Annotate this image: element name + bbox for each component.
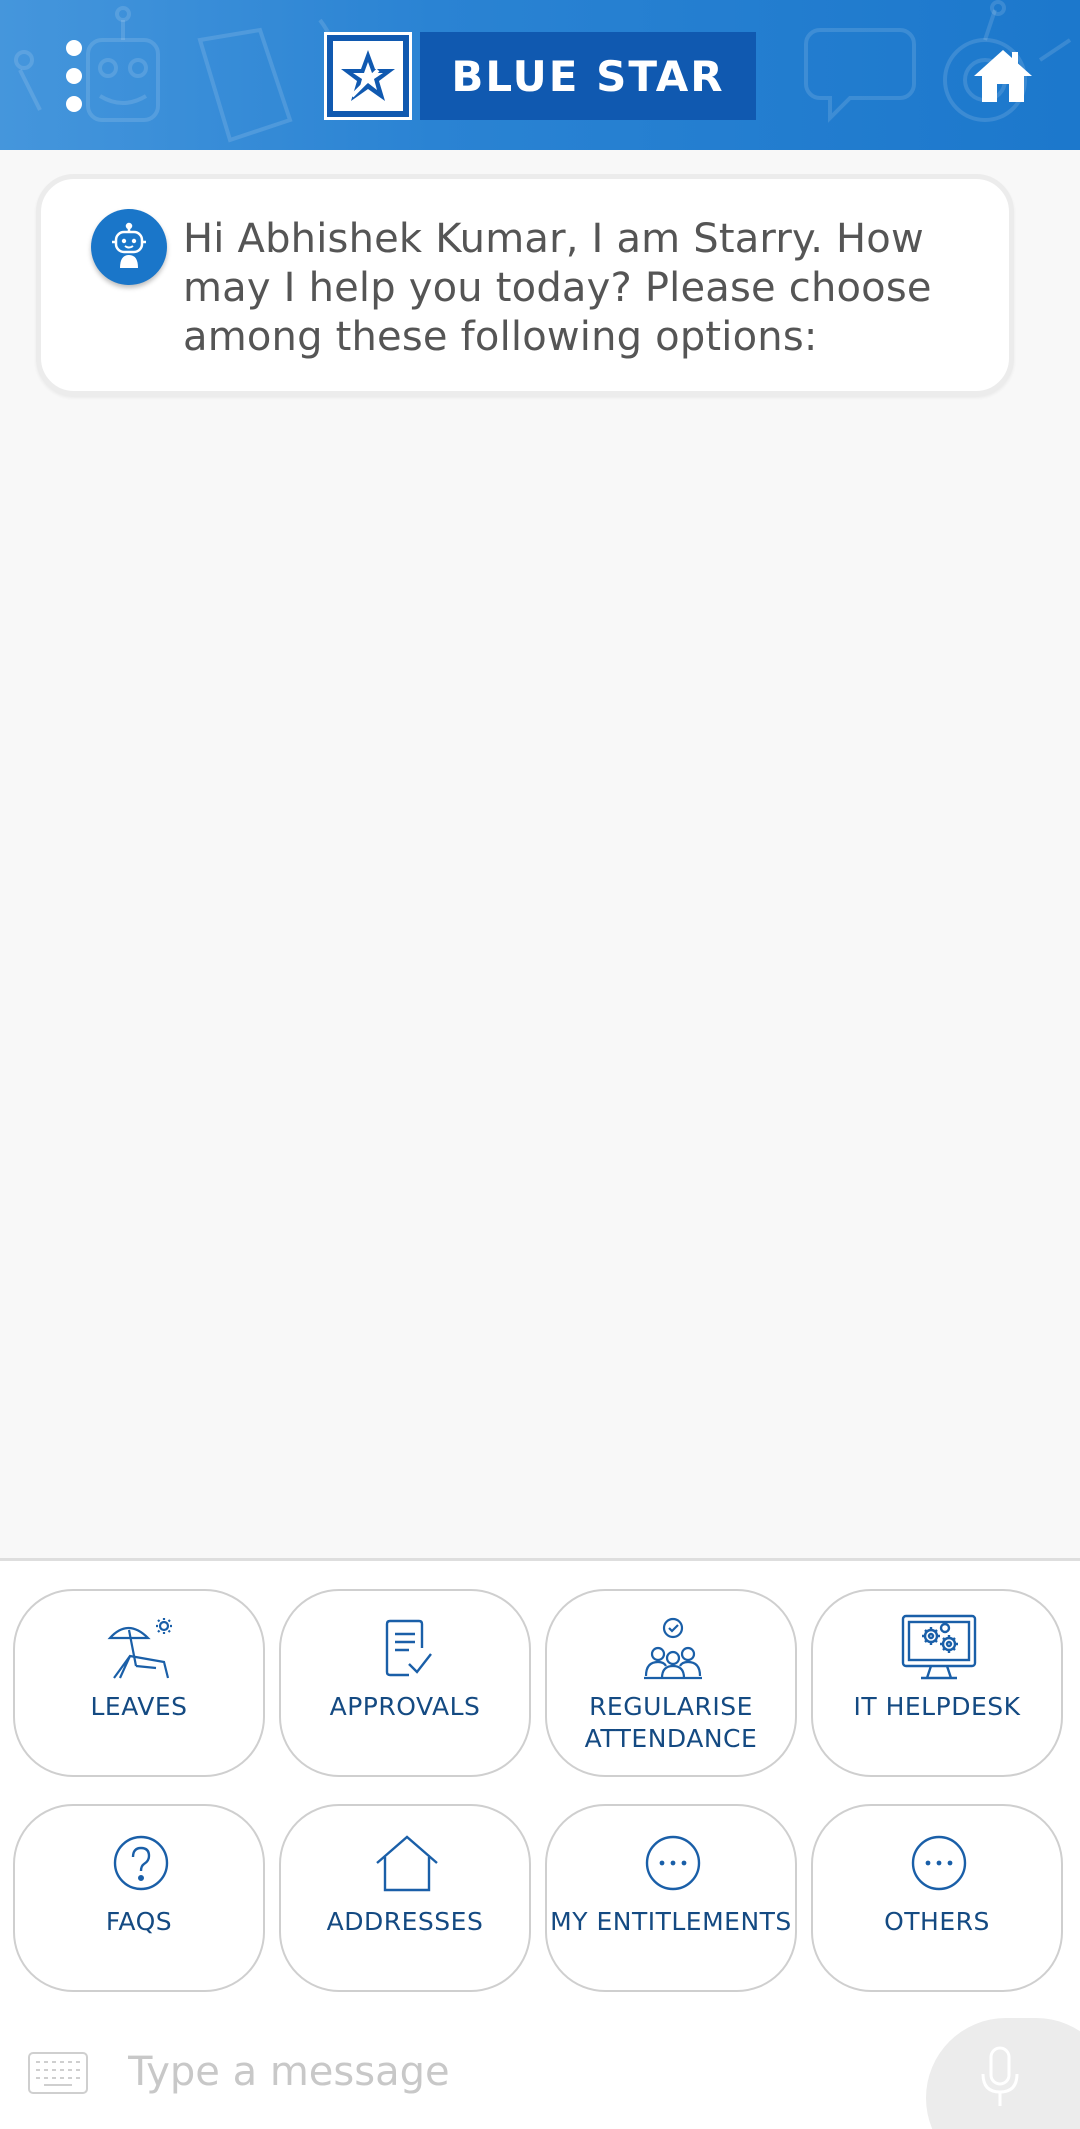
option-label: OTHERS	[884, 1907, 990, 1936]
option-label: IT HELPDESK	[853, 1692, 1021, 1721]
overflow-menu-button[interactable]	[56, 40, 92, 112]
blue-star-logo: BLUE STAR	[324, 32, 756, 120]
option-addresses[interactable]: ADDRESSES	[279, 1804, 531, 1992]
quick-options-panel: LEAVES APPROVALS REGULARISE ATTENDANCE I…	[0, 1561, 1080, 2016]
home-button[interactable]	[972, 46, 1034, 106]
brand-name: BLUE STAR	[420, 32, 756, 120]
option-others[interactable]: OTHERS	[811, 1804, 1063, 1992]
menu-dot	[66, 40, 82, 56]
home-icon	[974, 50, 1032, 102]
bot-message-bubble: Hi Abhishek Kumar, I am Starry. How may …	[36, 174, 1014, 396]
menu-dot	[66, 68, 82, 84]
star-logo-icon	[324, 32, 412, 120]
microphone-icon	[981, 2046, 1019, 2106]
document-check-icon	[367, 1613, 447, 1683]
option-label: REGULARISE ATTENDANCE	[584, 1692, 758, 1753]
house-outline-icon	[367, 1828, 447, 1898]
bot-message-text: Hi Abhishek Kumar, I am Starry. How may …	[183, 216, 932, 360]
option-label: ADDRESSES	[326, 1907, 484, 1936]
option-faqs[interactable]: FAQS	[13, 1804, 265, 1992]
app-header: BLUE STAR	[0, 0, 1080, 150]
option-regularise-attendance[interactable]: REGULARISE ATTENDANCE	[545, 1589, 797, 1777]
option-label: MY ENTITLEMENTS	[550, 1907, 792, 1936]
option-leaves[interactable]: LEAVES	[13, 1589, 265, 1777]
option-label: APPROVALS	[329, 1692, 481, 1721]
keyboard-icon[interactable]	[28, 2052, 88, 2094]
option-my-entitlements[interactable]: MY ENTITLEMENTS	[545, 1804, 797, 1992]
option-it-helpdesk[interactable]: IT HELPDESK	[811, 1589, 1063, 1777]
option-label: LEAVES	[90, 1692, 188, 1721]
more-circle-icon	[633, 1828, 713, 1898]
beach-chair-icon	[101, 1613, 181, 1683]
message-input[interactable]	[128, 2036, 908, 2108]
bot-avatar-icon	[91, 209, 167, 285]
team-check-icon	[633, 1613, 713, 1683]
menu-dot	[66, 96, 82, 112]
option-label: FAQS	[105, 1907, 173, 1936]
option-approvals[interactable]: APPROVALS	[279, 1589, 531, 1777]
more-circle-icon	[899, 1828, 979, 1898]
chat-screen: BLUE STAR Hi Abhishek Kumar, I am Starry…	[0, 0, 1080, 2129]
message-composer	[0, 2016, 1080, 2129]
question-circle-icon	[101, 1828, 181, 1898]
monitor-gears-icon	[899, 1613, 979, 1683]
